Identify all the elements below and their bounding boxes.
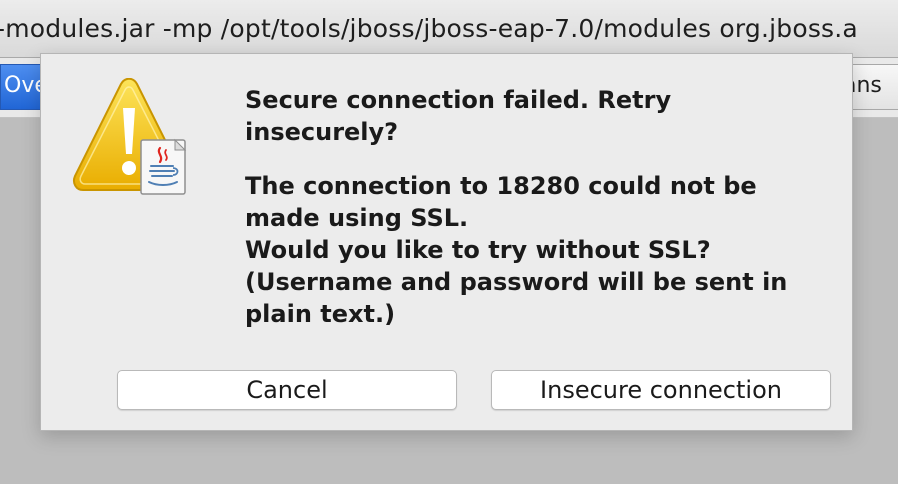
dialog-message: Secure connection failed. Retry insecure… bbox=[245, 84, 815, 330]
window-title: -modules.jar -mp /opt/tools/jboss/jboss-… bbox=[0, 14, 858, 43]
dialog-headline: Secure connection failed. Retry insecure… bbox=[245, 86, 672, 146]
tab-partial-right[interactable]: ans bbox=[846, 64, 898, 110]
dialog-body-line: plain text.) bbox=[245, 300, 396, 328]
insecure-connection-button[interactable]: Insecure connection bbox=[491, 370, 831, 410]
java-icon bbox=[140, 138, 187, 195]
dialog-body-line: made using SSL. bbox=[245, 204, 469, 232]
secure-connection-dialog: Secure connection failed. Retry insecure… bbox=[40, 53, 853, 431]
dialog-body-line: Would you like to try without SSL? bbox=[245, 236, 711, 264]
tab-overview[interactable]: Ove bbox=[0, 64, 44, 110]
warning-icon bbox=[73, 78, 187, 195]
cancel-button[interactable]: Cancel bbox=[117, 370, 457, 410]
dialog-body-line: The connection to 18280 could not be bbox=[245, 172, 757, 200]
window-titlebar: -modules.jar -mp /opt/tools/jboss/jboss-… bbox=[0, 0, 898, 58]
dialog-body-line: (Username and password will be sent in bbox=[245, 268, 788, 296]
